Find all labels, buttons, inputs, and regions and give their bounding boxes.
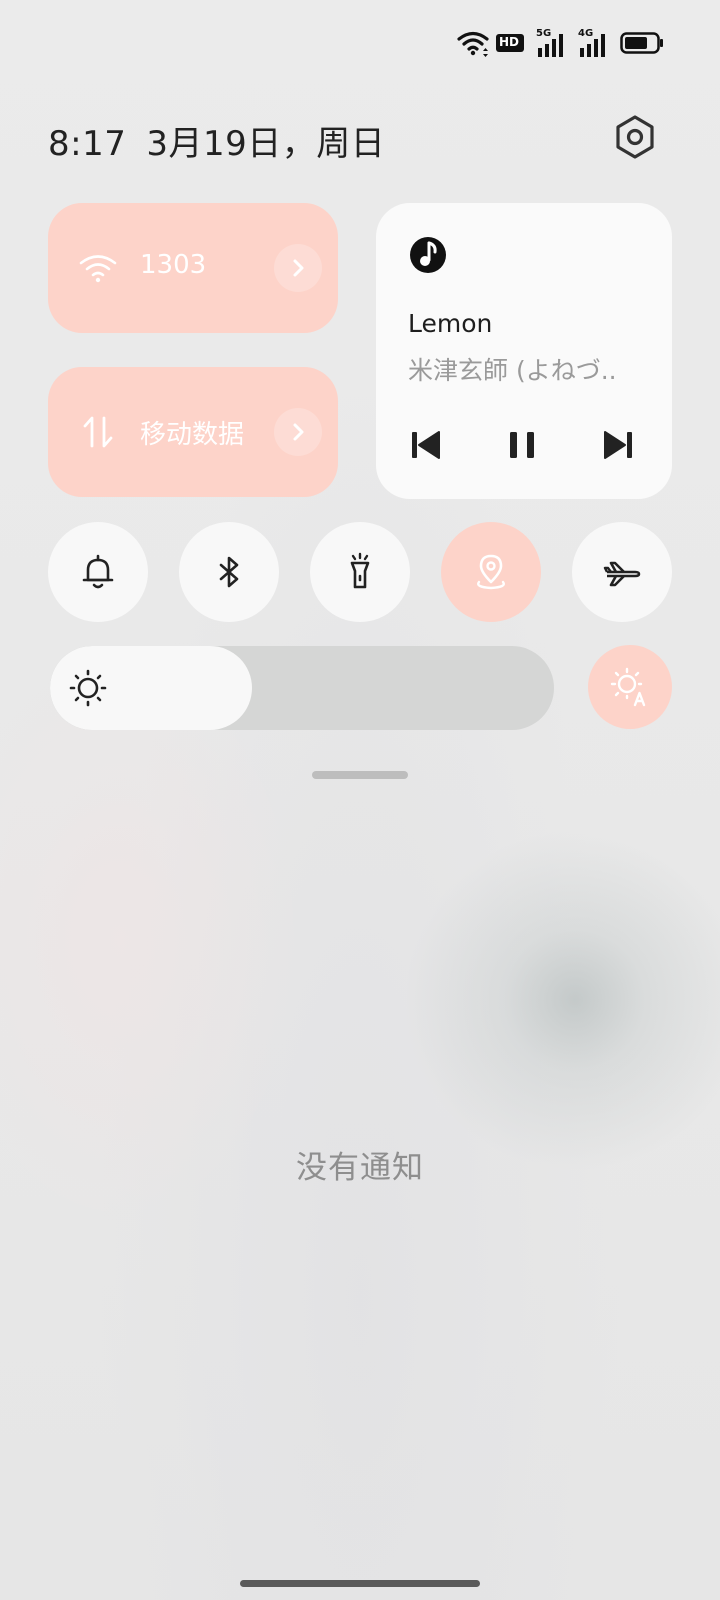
- location-pin-icon: [477, 554, 505, 590]
- panel-drag-handle[interactable]: [312, 771, 408, 779]
- chevron-right-icon: [293, 259, 304, 277]
- settings-gear-icon[interactable]: [612, 114, 658, 160]
- mobile-data-tile[interactable]: 移动数据: [48, 367, 338, 497]
- sun-icon: [69, 669, 107, 707]
- 5g-signal-icon: 5G: [536, 28, 568, 60]
- next-track-icon[interactable]: [598, 425, 638, 465]
- wifi-icon: [457, 31, 489, 57]
- flashlight-toggle[interactable]: [310, 522, 410, 622]
- mobile-data-details-button[interactable]: [274, 408, 322, 456]
- 4g-signal-icon: 4G: [578, 28, 610, 60]
- song-artist: 米津玄師 (よねづ..: [408, 356, 617, 385]
- chevron-right-icon: [293, 423, 304, 441]
- wifi-details-button[interactable]: [274, 244, 322, 292]
- data-arrows-icon: [83, 416, 113, 448]
- wifi-network-name: 1303: [140, 250, 207, 280]
- auto-brightness-button[interactable]: [588, 645, 672, 729]
- ring-mode-toggle[interactable]: [48, 522, 148, 622]
- mobile-data-label: 移动数据: [140, 420, 245, 450]
- airplane-mode-toggle[interactable]: [572, 522, 672, 622]
- status-bar: HD 5G 4G: [0, 24, 720, 64]
- date-text: 3月19日，周日: [146, 124, 386, 164]
- music-app-icon: [410, 237, 446, 273]
- bluetooth-icon: [219, 556, 239, 588]
- clock-time: 8:17: [48, 124, 127, 164]
- media-player-card[interactable]: Lemon 米津玄師 (よねづ..: [376, 203, 672, 499]
- auto-brightness-icon: [610, 667, 646, 707]
- flashlight-icon: [350, 552, 370, 589]
- hd-label: HD: [499, 35, 520, 49]
- airplane-icon: [603, 561, 641, 587]
- song-title: Lemon: [408, 309, 493, 338]
- header-datetime: 8:17 3月19日，周日: [48, 116, 405, 165]
- wifi-tile[interactable]: 1303: [48, 203, 338, 333]
- previous-track-icon[interactable]: [406, 425, 446, 465]
- brightness-slider[interactable]: [50, 646, 554, 730]
- bell-icon: [82, 554, 114, 589]
- home-indicator[interactable]: [240, 1580, 480, 1587]
- hd-icon: HD: [496, 34, 524, 52]
- location-toggle[interactable]: [441, 522, 541, 622]
- pause-icon[interactable]: [502, 425, 542, 465]
- bluetooth-toggle[interactable]: [179, 522, 279, 622]
- wifi-icon: [79, 255, 117, 283]
- battery-icon: [620, 32, 663, 54]
- empty-notifications-text: 没有通知: [296, 1150, 424, 1186]
